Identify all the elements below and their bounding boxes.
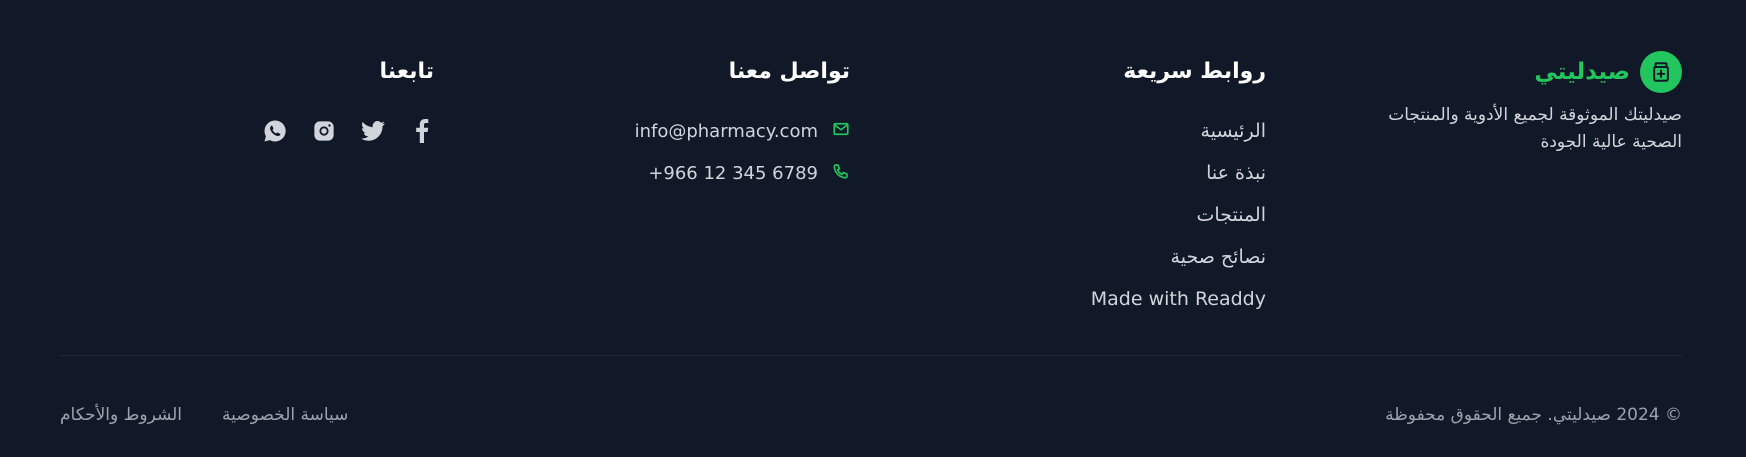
footer-link-about[interactable]: نبذة عنا (986, 158, 1266, 200)
pharmacy-icon (1640, 51, 1682, 93)
site-footer: صيدليتي صيدليتك الموثوقة لجميع الأدوية و… (0, 0, 1746, 457)
brand-description: صيدليتك الموثوقة لجميع الأدوية والمنتجات… (1388, 105, 1682, 152)
facebook-icon[interactable] (410, 119, 434, 143)
follow-title: تابعنا (379, 59, 434, 84)
social-links (214, 116, 434, 146)
contact-column: تواصل معنا info@pharmacy.com +966 12 345… (530, 50, 850, 188)
brand[interactable]: صيدليتي (1342, 50, 1682, 94)
brand-name: صيدليتي (1534, 59, 1630, 85)
footer-link-home[interactable]: الرئيسية (986, 116, 1266, 158)
twitter-icon[interactable] (361, 119, 385, 143)
contact-title: تواصل معنا (728, 59, 850, 84)
quick-links-list: الرئيسية نبذة عنا المنتجات نصائح صحية Ma… (986, 116, 1266, 326)
contact-phone[interactable]: +966 12 345 6789 (530, 158, 850, 188)
footer-divider (60, 355, 1682, 356)
footer-link-products[interactable]: المنتجات (986, 200, 1266, 242)
mail-icon (832, 120, 850, 143)
contact-email[interactable]: info@pharmacy.com (530, 116, 850, 146)
copyright-text: © 2024 صيدليتي. جميع الحقوق محفوظة (1385, 405, 1682, 425)
privacy-policy-link[interactable]: سياسة الخصوصية (222, 405, 348, 425)
terms-link[interactable]: الشروط والأحكام (60, 405, 182, 425)
quick-links-column: روابط سريعة الرئيسية نبذة عنا المنتجات ن… (986, 50, 1266, 326)
footer-link-health-tips[interactable]: نصائح صحية (986, 242, 1266, 284)
phone-icon (832, 162, 850, 185)
follow-column: تابعنا (214, 50, 434, 146)
whatsapp-icon[interactable] (263, 119, 287, 143)
footer-link-made-with-readdy[interactable]: Made with Readdy (986, 284, 1266, 326)
instagram-icon[interactable] (312, 119, 336, 143)
brand-column: صيدليتي صيدليتك الموثوقة لجميع الأدوية و… (1342, 50, 1682, 156)
quick-links-title: روابط سريعة (1123, 59, 1266, 84)
phone-text: +966 12 345 6789 (648, 162, 818, 184)
footer-bottom-bar: © 2024 صيدليتي. جميع الحقوق محفوظة سياسة… (60, 400, 1682, 430)
email-text: info@pharmacy.com (634, 120, 818, 142)
legal-links: سياسة الخصوصية الشروط والأحكام (60, 405, 348, 425)
